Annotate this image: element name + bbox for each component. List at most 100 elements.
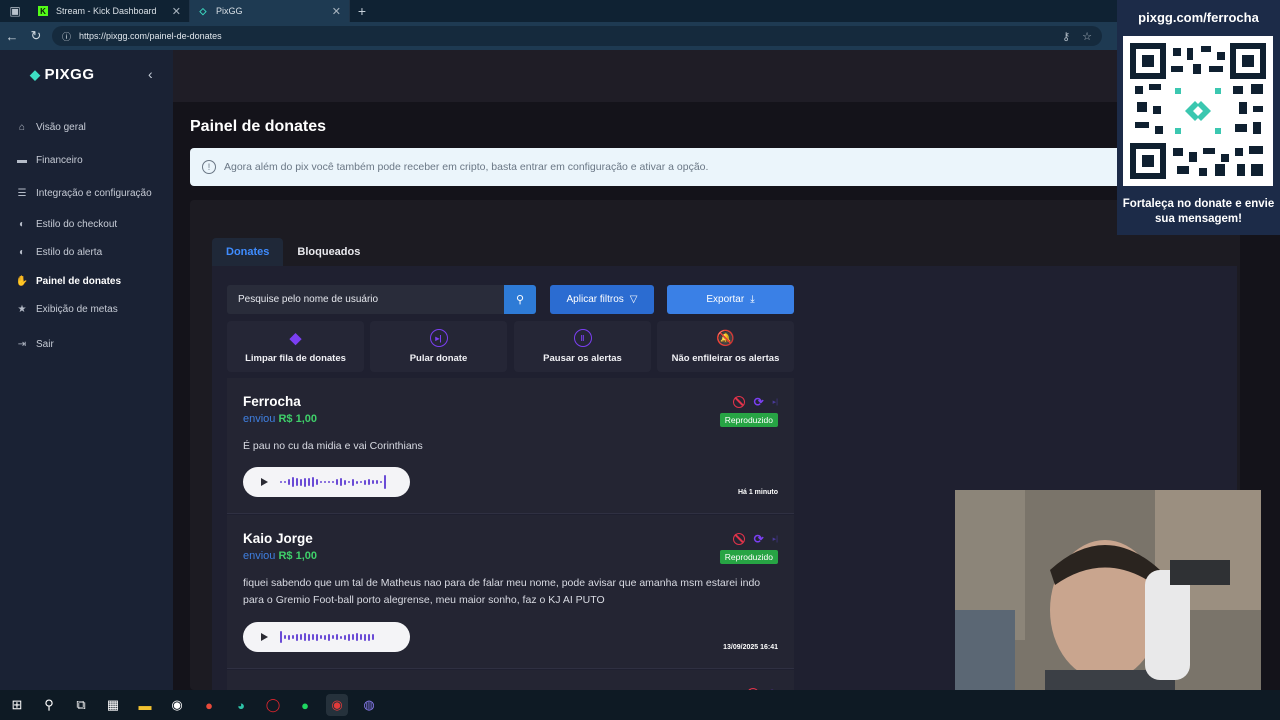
donate-amount-line: enviou R$ 1,00	[243, 550, 317, 562]
url-text: https://pixgg.com/painel-de-donates	[79, 31, 222, 41]
webcam-feed	[955, 490, 1261, 720]
eraser-icon: ◆	[289, 330, 302, 347]
palette-icon: ◐	[18, 246, 26, 258]
status-badge: Reproduzido	[719, 550, 778, 564]
obs-icon[interactable]: ◉	[166, 694, 188, 716]
tab-title: Stream - Kick Dashboard	[56, 6, 157, 16]
play-icon[interactable]	[261, 478, 268, 486]
pause-icon: ‖	[573, 329, 592, 347]
taskbar: ⊞ ⚲ ⧉ ▦ ▬ ◉ ● ◕ ◯ ● ◉ ◍	[0, 690, 1280, 720]
favorite-star-icon[interactable]: ☆	[1082, 30, 1092, 43]
sidebar-item-label: Exibição de metas	[36, 303, 118, 315]
address-bar[interactable]: ⓘ https://pixgg.com/painel-de-donates ⚷ …	[52, 26, 1102, 46]
list-item: ⟳	[227, 670, 794, 690]
skip-icon[interactable]: ▸|	[773, 398, 778, 406]
edge-icon[interactable]: ◕	[230, 694, 252, 716]
block-icon[interactable]	[732, 396, 745, 408]
logo-text: PIXGG	[44, 66, 95, 83]
audio-player[interactable]	[243, 622, 410, 652]
replay-icon[interactable]: ⟳	[754, 395, 764, 409]
dont-queue-alerts-button[interactable]: 🔕 Não enfileirar os alertas	[657, 321, 794, 372]
apply-filters-button[interactable]: Aplicar filtros ▽	[550, 285, 654, 314]
sidebar-item-sair[interactable]: ⇥ Sair	[16, 338, 54, 350]
donate-list: Ferrocha enviou R$ 1,00 ⟳ ▸| Reproduzido…	[227, 378, 794, 690]
close-icon[interactable]: ✕	[172, 5, 181, 18]
sidebar-item-exibicao-metas[interactable]: ★ Exibição de metas	[16, 303, 118, 315]
sidebar-item-estilo-alerta[interactable]: ◐ Estilo do alerta	[16, 246, 102, 258]
sidebar-item-financeiro[interactable]: ▬ Financeiro	[16, 154, 83, 166]
kick-favicon-icon: K	[38, 6, 48, 16]
donate-timestamp: 13/09/2025 16:41	[723, 644, 778, 651]
qr-overlay: pixgg.com/ferrocha Fortaleça no donate e…	[1117, 0, 1280, 235]
list-item: Ferrocha enviou R$ 1,00 ⟳ ▸| Reproduzido…	[227, 378, 794, 514]
top-bar	[173, 50, 1280, 102]
list-item: Kaio Jorge enviou R$ 1,00 ⟳ ▸| Reproduzi…	[227, 515, 794, 669]
sidebar-item-label: Integração e configuração	[36, 187, 152, 199]
action-label: Pular donate	[409, 353, 468, 364]
clear-queue-button[interactable]: ◆ Limpar fila de donates	[227, 321, 364, 372]
sidebar-item-estilo-checkout[interactable]: ◐ Estilo do checkout	[16, 218, 117, 230]
skip-donate-button[interactable]: ▸| Pular donate	[370, 321, 507, 372]
audio-player[interactable]	[243, 467, 410, 497]
donate-actions: ⟳ ▸|	[732, 395, 778, 409]
donate-actions: ⟳ ▸|	[732, 532, 778, 546]
reload-icon[interactable]: ↻	[24, 28, 48, 44]
block-icon[interactable]	[732, 533, 745, 545]
filter-button-label: Aplicar filtros	[566, 294, 624, 305]
action-label: Não enfileirar os alertas	[671, 353, 780, 364]
sidebar-item-visao-geral[interactable]: ⌂ Visão geral	[16, 121, 86, 133]
tab-bloqueados[interactable]: Bloqueados	[283, 238, 374, 266]
key-icon[interactable]: ⚷	[1062, 30, 1070, 43]
search-input[interactable]	[227, 285, 504, 314]
pause-alerts-button[interactable]: ‖ Pausar os alertas	[514, 321, 651, 372]
replay-icon[interactable]: ⟳	[754, 532, 764, 546]
status-badge: Reproduzido	[719, 413, 778, 427]
pixgg-logo[interactable]: ◆ PIXGG	[30, 66, 95, 83]
donate-timestamp: Há 1 minuto	[737, 489, 778, 496]
sidebar-item-painel-donates[interactable]: ✋ Painel de donates	[16, 275, 121, 287]
search-button[interactable]: ⚲	[504, 285, 536, 314]
file-explorer-icon[interactable]: ▬	[134, 694, 156, 716]
tab-pixgg[interactable]: ◇ PixGG ✕	[190, 0, 350, 22]
donate-message: fiquei sabendo que um tal de Matheus nao…	[243, 577, 761, 606]
store-icon[interactable]: ▦	[102, 694, 124, 716]
back-icon[interactable]: ←	[0, 29, 24, 44]
close-icon[interactable]: ✕	[332, 5, 341, 18]
workspaces-icon[interactable]: ▣	[0, 0, 30, 22]
action-label: Pausar os alertas	[543, 353, 622, 364]
chrome-icon[interactable]: ●	[198, 694, 220, 716]
skip-icon[interactable]: ▸|	[773, 535, 778, 543]
search-icon[interactable]: ⚲	[38, 694, 60, 716]
discord-icon[interactable]: ◍	[358, 694, 380, 716]
sidebar-item-label: Estilo do checkout	[36, 218, 118, 230]
document-icon: ☰	[17, 187, 27, 199]
qr-caption: Fortaleça no donate e envie sua mensagem…	[1122, 198, 1275, 225]
sidebar-item-integracao[interactable]: ☰ Integração e configuração	[16, 187, 152, 199]
windows-start-icon[interactable]: ⊞	[6, 694, 28, 716]
sidebar-item-label: Visão geral	[36, 121, 86, 133]
opera-icon[interactable]: ◯	[262, 694, 284, 716]
spotify-icon[interactable]: ●	[294, 694, 316, 716]
filter-icon: ▽	[629, 294, 638, 305]
star-icon: ★	[17, 303, 27, 315]
task-view-icon[interactable]: ⧉	[70, 694, 92, 716]
donor-name: Ferrocha	[243, 394, 301, 409]
info-icon: !	[202, 160, 216, 174]
new-tab-button[interactable]: +	[350, 3, 374, 19]
collapse-sidebar-chevron-icon[interactable]: ‹	[148, 66, 153, 82]
export-button[interactable]: Exportar ⤓	[667, 285, 794, 314]
tab-kick-dashboard[interactable]: K Stream - Kick Dashboard ✕	[30, 0, 190, 22]
sidebar-item-label: Painel de donates	[36, 275, 122, 287]
tab-donates[interactable]: Donates	[212, 238, 284, 266]
tab-title: PixGG	[216, 6, 243, 16]
sidebar-item-label: Sair	[36, 338, 54, 350]
action-label: Limpar fila de donates	[245, 353, 346, 364]
logout-icon: ⇥	[17, 338, 27, 350]
browser-tab-bar: ▣ K Stream - Kick Dashboard ✕ ◇ PixGG ✕ …	[0, 0, 1280, 22]
info-banner-text: Agora além do pix você também pode receb…	[224, 161, 709, 173]
page-title: Painel de donates	[190, 118, 327, 135]
info-banner: ! Agora além do pix você também pode rec…	[190, 148, 1190, 186]
recording-app-icon[interactable]: ◉	[326, 694, 348, 716]
home-icon: ⌂	[18, 121, 26, 133]
play-icon[interactable]	[261, 633, 268, 641]
